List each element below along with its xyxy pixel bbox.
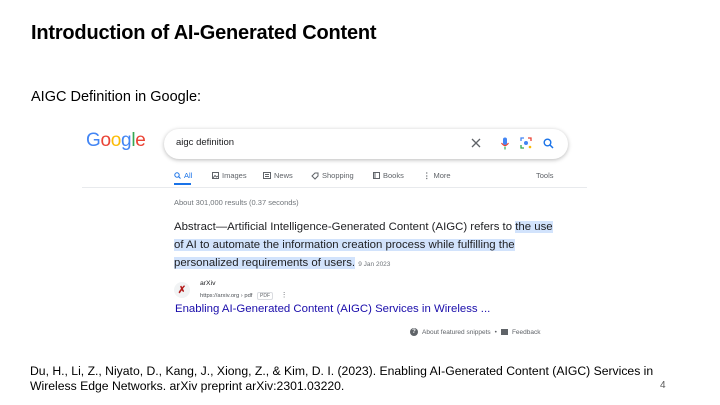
separator: • xyxy=(494,328,497,336)
news-icon xyxy=(263,172,271,179)
feedback-icon xyxy=(500,329,508,335)
search-tabs: All Images News Shopping Books ⋮ More To… xyxy=(174,171,554,185)
tools-label: Tools xyxy=(536,171,554,180)
tab-images[interactable]: Images xyxy=(212,171,247,180)
tab-all[interactable]: All xyxy=(174,171,192,180)
divider xyxy=(82,187,587,188)
tab-books[interactable]: Books xyxy=(373,171,404,180)
feedback-link[interactable]: Feedback xyxy=(512,329,541,336)
tab-label: More xyxy=(433,171,451,180)
snippet-date: 9 Jan 2023 xyxy=(358,261,391,268)
citation: Du, H., Li, Z., Niyato, D., Kang, J., Xi… xyxy=(30,364,654,393)
question-icon: ? xyxy=(410,328,418,336)
source-name[interactable]: arXiv xyxy=(200,280,216,287)
active-tab-indicator xyxy=(174,183,191,185)
logo-letter: G xyxy=(86,130,101,151)
search-icon xyxy=(174,172,181,179)
book-icon xyxy=(373,172,380,179)
tag-icon xyxy=(311,172,319,180)
page-number: 4 xyxy=(660,380,666,391)
tools-button[interactable]: Tools xyxy=(536,171,554,180)
snippet-text: Abstract—Artificial Intelligence-Generat… xyxy=(174,221,516,233)
result-stats: About 301,000 results (0.37 seconds) xyxy=(174,198,299,207)
google-search-screenshot: Google aigc definition All Images News S… xyxy=(82,122,587,347)
logo-letter: g xyxy=(121,130,132,151)
result-title-link[interactable]: Enabling AI-Generated Content (AIGC) Ser… xyxy=(175,303,490,315)
search-icon[interactable] xyxy=(540,135,556,151)
tab-news[interactable]: News xyxy=(263,171,293,180)
search-query[interactable]: aigc definition xyxy=(176,137,234,148)
source-url-text: https://arxiv.org › pdf xyxy=(200,293,253,299)
clear-icon[interactable] xyxy=(468,135,484,151)
lens-icon[interactable] xyxy=(518,135,534,151)
tab-label: All xyxy=(184,171,193,180)
logo-letter: o xyxy=(100,130,111,151)
slide-title: Introduction of AI-Generated Content xyxy=(31,22,377,44)
tab-label: Books xyxy=(383,171,404,180)
search-input[interactable]: aigc definition xyxy=(164,129,568,159)
arxiv-favicon-icon[interactable]: ✗ xyxy=(174,282,190,298)
snippet-footer: ? About featured snippets • Feedback xyxy=(410,328,541,336)
tab-label: Images xyxy=(222,171,247,180)
google-logo[interactable]: Google xyxy=(86,130,146,152)
tab-label: Shopping xyxy=(322,171,354,180)
image-icon xyxy=(212,172,219,179)
tab-label: News xyxy=(274,171,293,180)
logo-letter: e xyxy=(135,130,146,151)
source-url[interactable]: https://arxiv.org › pdf PDF ⋮ xyxy=(200,291,288,300)
tab-shopping[interactable]: Shopping xyxy=(311,171,354,180)
more-options-icon[interactable]: ⋮ xyxy=(281,292,288,299)
slide-subtitle: AIGC Definition in Google: xyxy=(31,89,202,105)
microphone-icon[interactable] xyxy=(497,135,513,151)
more-dots-icon: ⋮ xyxy=(423,171,431,180)
about-snippets-link[interactable]: About featured snippets xyxy=(422,329,491,336)
pdf-badge: PDF xyxy=(257,292,274,300)
logo-letter: o xyxy=(110,130,122,151)
featured-snippet: Abstract—Artificial Intelligence-Generat… xyxy=(174,218,564,274)
tab-more[interactable]: ⋮ More xyxy=(423,171,451,180)
